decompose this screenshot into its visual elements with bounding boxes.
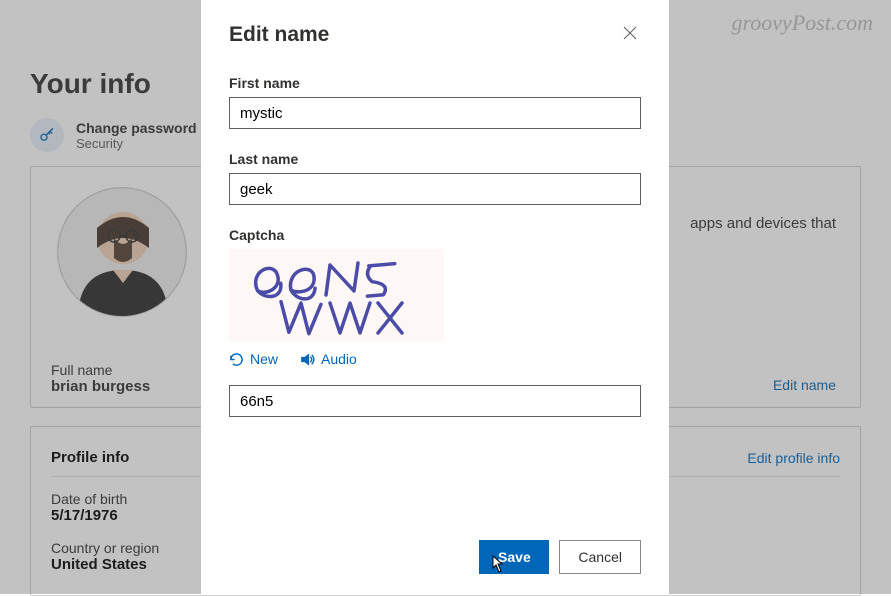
edit-name-modal: Edit name First name Last name Captcha [201, 0, 669, 594]
last-name-input[interactable] [229, 173, 641, 205]
captcha-image [229, 249, 444, 341]
captcha-label: Captcha [229, 227, 641, 243]
cursor-icon [487, 554, 505, 576]
cancel-button[interactable]: Cancel [559, 540, 641, 574]
refresh-icon [229, 352, 244, 367]
first-name-label: First name [229, 75, 641, 91]
audio-icon [300, 352, 315, 367]
first-name-input[interactable] [229, 97, 641, 129]
captcha-audio-button[interactable]: Audio [300, 351, 357, 367]
captcha-new-button[interactable]: New [229, 351, 278, 367]
close-button[interactable] [619, 22, 641, 47]
last-name-label: Last name [229, 151, 641, 167]
close-icon [623, 26, 637, 40]
captcha-input[interactable] [229, 385, 641, 417]
captcha-audio-label: Audio [321, 351, 357, 367]
modal-title: Edit name [229, 23, 329, 47]
captcha-new-label: New [250, 351, 278, 367]
